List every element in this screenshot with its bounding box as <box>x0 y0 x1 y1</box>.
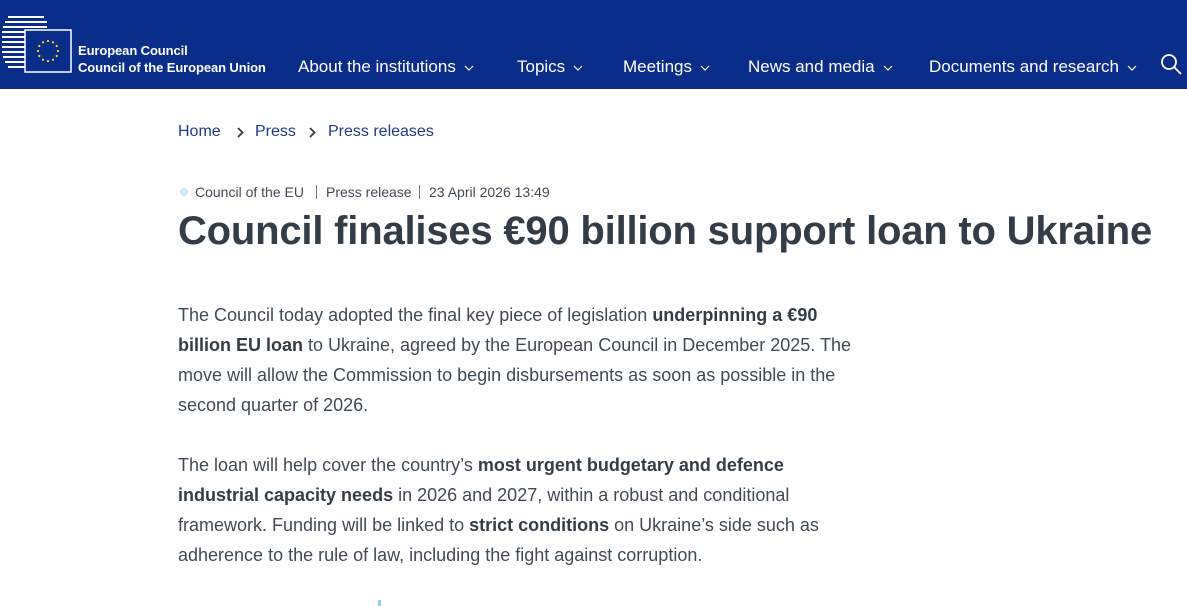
nav-meetings[interactable]: Meetings <box>623 55 710 79</box>
nav-label: News and media <box>748 57 875 76</box>
search-icon[interactable] <box>1160 53 1182 75</box>
nav-topics[interactable]: Topics <box>517 55 583 79</box>
meta-divider <box>316 185 317 199</box>
meta-date: 23 April 2026 13:49 <box>429 184 550 200</box>
chevron-right-icon <box>237 127 244 138</box>
source-dot-icon <box>180 188 188 196</box>
nav-label: Documents and research <box>929 57 1119 76</box>
breadcrumb-home[interactable]: Home <box>178 120 221 144</box>
bold-text: strict conditions <box>469 515 610 535</box>
nav-label: About the institutions <box>298 57 456 76</box>
brand-line-2: Council of the European Union <box>78 60 266 75</box>
meta-divider <box>419 185 420 199</box>
brand-name[interactable]: European Council Council of the European… <box>78 42 266 76</box>
article-paragraph-1: The Council today adopted the final key … <box>178 300 868 420</box>
decorative-mark <box>378 600 381 606</box>
meta-type: Press release <box>326 184 412 200</box>
text: The loan will help cover the country’s <box>178 455 478 475</box>
chevron-down-icon <box>883 65 893 71</box>
chevron-down-icon <box>464 65 474 71</box>
nav-label: Topics <box>517 57 566 76</box>
nav-news-and-media[interactable]: News and media <box>748 55 893 79</box>
chevron-right-icon <box>309 127 316 138</box>
breadcrumb-press[interactable]: Press <box>255 120 296 144</box>
page-title: Council finalises €90 billion support lo… <box>178 209 1153 253</box>
chevron-down-icon <box>700 65 710 71</box>
chevron-down-icon <box>573 65 583 71</box>
meta-source: Council of the EU <box>195 184 304 200</box>
article-paragraph-2: The loan will help cover the country’s m… <box>178 450 868 570</box>
nav-label: Meetings <box>623 57 692 76</box>
breadcrumb-press-releases[interactable]: Press releases <box>328 120 434 144</box>
site-header: European Council Council of the European… <box>0 0 1187 89</box>
text: The Council today adopted the final key … <box>178 305 653 325</box>
nav-documents-and-research[interactable]: Documents and research <box>929 55 1137 79</box>
nav-about-the-institutions[interactable]: About the institutions <box>298 55 474 79</box>
brand-line-1: European Council <box>78 43 188 58</box>
chevron-down-icon <box>1127 65 1137 71</box>
council-logo-icon[interactable] <box>0 10 72 74</box>
